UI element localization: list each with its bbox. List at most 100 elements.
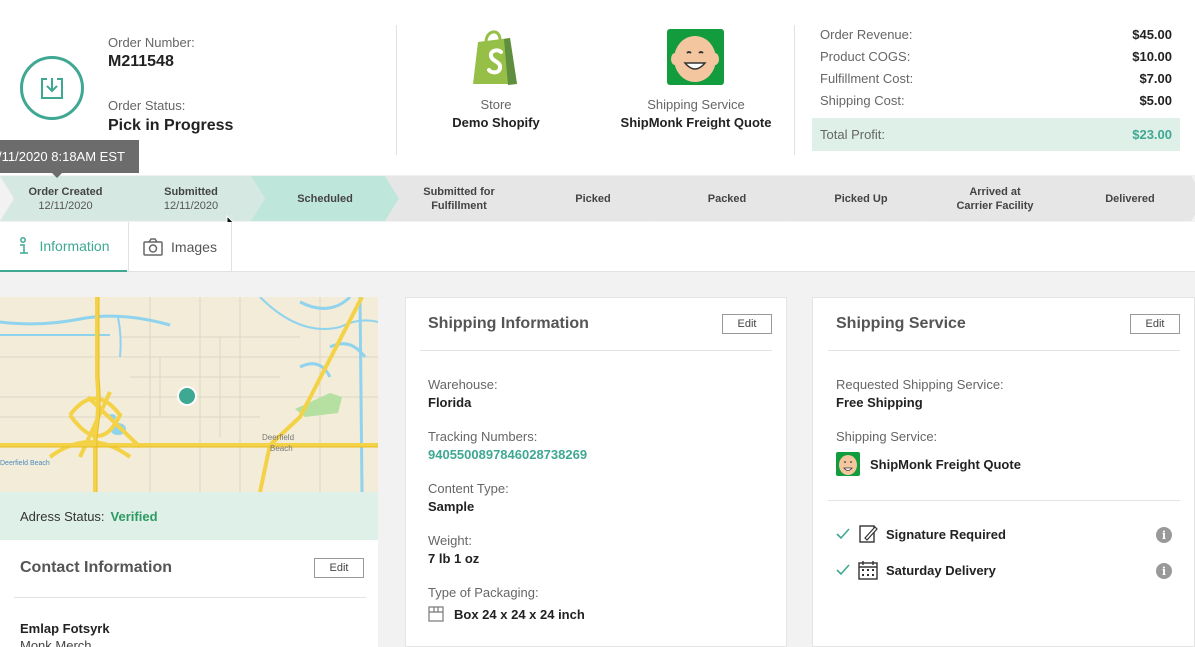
shipping-info-edit-button[interactable]: Edit: [722, 314, 772, 334]
shipping-service-title: Shipping Service: [836, 315, 966, 332]
shopify-logo-icon: [470, 28, 522, 86]
map-label: Beach: [270, 444, 293, 453]
order-number: M211548: [108, 53, 174, 70]
product-cogs-label: Product COGS:: [820, 49, 911, 64]
step-picked[interactable]: Picked: [519, 176, 667, 221]
shipmonk-logo-icon: [667, 29, 724, 85]
step-label: Packed: [707, 192, 747, 205]
info-icon[interactable]: i: [1156, 563, 1172, 579]
service-row: ShipMonk Freight Quote: [836, 452, 1021, 476]
step-submitted-for-fulfillment[interactable]: Submitted for Fulfillment: [385, 176, 533, 221]
tracking-label: Tracking Numbers:: [428, 429, 538, 444]
divider: [14, 597, 366, 598]
content-type-label: Content Type:: [428, 481, 509, 496]
address-status-label: Adress Status:: [20, 508, 105, 524]
option-saturday-delivery: Saturday Delivery: [836, 560, 996, 580]
info-icon[interactable]: i: [1156, 527, 1172, 543]
info-person-icon: [20, 237, 29, 254]
content-type-value: Sample: [428, 499, 475, 514]
shipping-cost-row: Shipping Cost: $5.00: [820, 93, 1172, 108]
shipping-cost-value: $5.00: [1139, 93, 1172, 108]
total-profit-value: $23.00: [1132, 127, 1172, 142]
packaging-value: Box 24 x 24 x 24 inch: [454, 606, 585, 622]
shipping-service-name: ShipMonk Freight Quote: [620, 115, 772, 130]
map-graphic: Deerfield Beach Deerfield Beach: [0, 297, 378, 492]
step-label: Order Created: [28, 185, 103, 198]
order-revenue-value: $45.00: [1132, 27, 1172, 42]
warehouse-value: Florida: [428, 395, 472, 410]
product-cogs-value: $10.00: [1132, 49, 1172, 64]
contact-name: Emlap Fotsyrk: [20, 621, 110, 636]
fulfillment-cost-value: $7.00: [1139, 71, 1172, 86]
step-label: Submitted for Fulfillment: [423, 185, 495, 212]
step-tooltip: /11/2020 8:18AM EST: [0, 140, 139, 173]
step-submitted[interactable]: Submitted 12/11/2020: [117, 176, 265, 221]
requested-service-label: Requested Shipping Service:: [836, 377, 1004, 392]
store-name[interactable]: Demo Shopify: [430, 115, 562, 130]
service-label: Shipping Service:: [836, 429, 938, 444]
packaging-row: Box 24 x 24 x 24 inch: [428, 606, 585, 622]
fulfillment-cost-row: Fulfillment Cost: $7.00: [820, 71, 1172, 86]
weight-label: Weight:: [428, 533, 472, 548]
tracking-number-link[interactable]: 9405500897846028738269: [428, 447, 587, 462]
signature-required-label: Signature Required: [886, 526, 1006, 542]
tooltip-arrow: [51, 172, 63, 178]
step-label: Picked: [575, 192, 611, 205]
total-profit-label: Total Profit:: [820, 127, 886, 142]
contact-title: Contact Information: [20, 559, 172, 576]
address-map[interactable]: Deerfield Beach Deerfield Beach: [0, 297, 378, 492]
contact-edit-button[interactable]: Edit: [314, 558, 364, 578]
header-divider: [794, 25, 795, 155]
step-label: Arrived at Carrier Facility: [956, 185, 1034, 212]
map-label: Deerfield Beach: [0, 460, 50, 467]
step-date: 12/11/2020: [163, 199, 219, 212]
store-label: Store: [480, 97, 512, 112]
step-delivered[interactable]: Delivered: [1055, 176, 1195, 221]
step-label: Delivered: [1105, 192, 1155, 205]
fulfillment-cost-label: Fulfillment Cost:: [820, 71, 914, 86]
step-label: Picked Up: [834, 192, 888, 205]
header-divider: [396, 25, 397, 155]
order-status: Pick in Progress: [108, 117, 234, 134]
calendar-icon: [858, 561, 878, 580]
tab-information-label: Information: [39, 238, 110, 254]
divider: [420, 350, 772, 351]
saturday-delivery-label: Saturday Delivery: [886, 562, 996, 578]
packaging-label: Type of Packaging:: [428, 585, 539, 600]
order-status-label: Order Status:: [108, 98, 186, 113]
divider: [828, 350, 1180, 351]
shipping-cost-label: Shipping Cost:: [820, 93, 905, 108]
shipmonk-logo-icon: [836, 452, 860, 476]
step-packed[interactable]: Packed: [653, 176, 801, 221]
step-picked-up[interactable]: Picked Up: [787, 176, 935, 221]
box-icon: [428, 606, 444, 622]
order-revenue-row: Order Revenue: $45.00: [820, 27, 1172, 42]
option-signature-required: Signature Required: [836, 524, 1006, 544]
requested-service-value: Free Shipping: [836, 395, 923, 410]
warehouse-label: Warehouse:: [428, 377, 498, 392]
step-label: Submitted: [164, 185, 218, 198]
divider: [828, 500, 1180, 501]
step-date: 12/11/2020: [38, 199, 93, 212]
weight-value: 7 lb 1 oz: [428, 551, 480, 566]
tab-images[interactable]: Images: [128, 222, 232, 272]
map-label: Deerfield: [262, 433, 294, 442]
address-status-bar: Adress Status: Verified: [0, 492, 378, 540]
order-download-icon: [20, 56, 84, 120]
step-order-created[interactable]: Order Created 12/11/2020: [0, 176, 131, 221]
service-value: ShipMonk Freight Quote: [870, 456, 1021, 472]
tab-images-label: Images: [171, 239, 217, 255]
product-cogs-row: Product COGS: $10.00: [820, 49, 1172, 64]
shipping-service-label: Shipping Service: [647, 97, 745, 112]
shipping-service-edit-button[interactable]: Edit: [1130, 314, 1180, 334]
check-icon: [836, 564, 850, 576]
camera-icon: [143, 238, 163, 256]
check-icon: [836, 528, 850, 540]
step-arrived-at-carrier-facility[interactable]: Arrived at Carrier Facility: [921, 176, 1069, 221]
contact-company: Monk Merch: [20, 638, 92, 647]
step-scheduled[interactable]: Scheduled: [251, 176, 399, 221]
tab-information[interactable]: Information: [0, 222, 127, 272]
order-number-label: Order Number:: [108, 35, 195, 50]
total-profit-row: Total Profit: $23.00: [820, 127, 1172, 142]
address-status-value: Verified: [110, 508, 158, 524]
